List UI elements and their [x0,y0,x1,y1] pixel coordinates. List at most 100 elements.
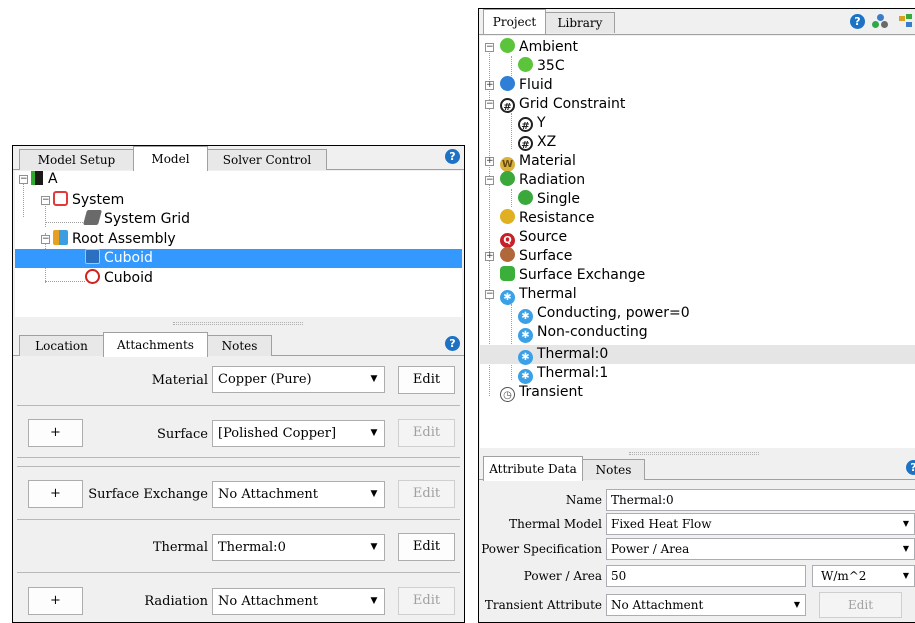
name-field[interactable]: Thermal:0 [606,489,915,511]
expand-toggle[interactable]: − [41,196,50,205]
model-tree[interactable]: − A − System System Grid − Root Assembly… [15,171,462,317]
radiation-label: Radiation [144,594,208,609]
tab-attribute-data[interactable]: Attribute Data [483,456,583,481]
tree-node-single[interactable]: Single [518,190,580,209]
help-icon[interactable]: ? [445,149,460,164]
power-area-input[interactable]: 50 [606,565,806,587]
expand-toggle[interactable]: − [19,175,28,184]
tree-node-system[interactable]: System [53,191,124,210]
radiation-select[interactable]: No Attachment ▼ [212,588,385,615]
transient-edit-button[interactable]: Edit [819,592,902,618]
ambient-icon [518,57,533,72]
share-icon[interactable] [872,14,888,29]
expand-toggle[interactable]: − [485,100,494,109]
power-area-label: Power / Area [523,569,602,583]
surface-edit-button[interactable]: Edit [398,419,455,447]
tree-node-surface[interactable]: Surface [500,247,572,266]
tree-node-35c[interactable]: 35C [518,57,565,76]
thermal-model-select[interactable]: Fixed Heat Flow ▼ [606,513,915,535]
radiation-add-button[interactable]: + [28,587,83,615]
dropdown-arrow-icon: ▼ [902,571,910,580]
attribute-tab-bar: Attribute Data Notes ? [479,456,915,481]
project-tree[interactable]: − Ambient 35C + Fluid − # Grid Constraint… [480,36,915,448]
surface-exchange-select[interactable]: No Attachment ▼ [212,481,385,508]
tree-node-ambient[interactable]: Ambient [500,38,578,57]
tab-location[interactable]: Location [19,335,104,356]
tab-project[interactable]: Project [483,9,546,34]
surface-label: Surface [156,427,208,442]
thermal-icon: ✱ [518,328,533,343]
thermal-icon: ✱ [518,309,533,324]
tab-notes[interactable]: Notes [582,459,645,480]
name-label: Name [565,493,602,507]
divider [17,457,460,458]
tree-node-source[interactable]: Q Source [500,228,567,248]
transient-attribute-label: Transient Attribute [484,598,602,612]
tree-node-root-assembly[interactable]: Root Assembly [53,230,176,249]
grid-constraint-icon: # [518,117,533,132]
tab-model-setup[interactable]: Model Setup [19,149,134,170]
dropdown-arrow-icon: ▼ [370,428,378,438]
tree-node-grid-constraint[interactable]: # Grid Constraint [500,95,625,114]
cuboid-target-icon [85,269,100,284]
surface-icon [500,247,515,262]
power-area-unit-select[interactable]: W/m^2 ▼ [812,565,915,587]
left-tab-bar: Model Setup Model Solver Control ? [13,146,464,171]
radiation-edit-button[interactable]: Edit [398,587,455,615]
help-icon[interactable]: ? [445,336,460,351]
expand-toggle[interactable]: − [41,235,50,244]
help-icon[interactable]: ? [850,14,865,29]
tab-library[interactable]: Library [545,12,615,33]
right-tab-bar: Project Library ? [479,9,915,35]
tree-node-thermal-0[interactable]: ✱ Thermal:0 [518,345,608,365]
help-icon[interactable]: ? [906,460,915,475]
thermal-edit-button[interactable]: Edit [398,533,455,561]
tree-node-system-grid[interactable]: System Grid [82,210,190,229]
tree-node-thermal-1[interactable]: ✱ Thermal:1 [518,364,608,384]
tree-node-surface-exchange[interactable]: Surface Exchange [500,266,645,285]
tab-attachments[interactable]: Attachments [103,332,208,357]
tree-node-cuboid[interactable]: Cuboid [85,269,153,288]
tree-node-material[interactable]: W Material [500,152,576,172]
transient-attribute-select[interactable]: No Attachment ▼ [606,594,806,616]
tab-solver-control[interactable]: Solver Control [207,149,327,170]
power-spec-label: Power Specification [481,542,602,556]
tree-node-conducting[interactable]: ✱ Conducting, power=0 [518,304,690,324]
splitter-handle[interactable] [173,322,303,325]
tree-node-cuboid-selected[interactable]: Cuboid [85,249,153,268]
surface-exchange-icon [500,266,515,281]
tree-node-transient[interactable]: ◷ Transient [500,383,583,402]
expand-toggle[interactable]: + [485,81,494,90]
tree-node-y[interactable]: # Y [518,114,546,133]
tab-model[interactable]: Model [133,146,208,171]
material-select[interactable]: Copper (Pure) ▼ [212,366,385,393]
surface-select[interactable]: [Polished Copper] ▼ [212,420,385,447]
power-spec-select[interactable]: Power / Area ▼ [606,538,915,560]
surface-exchange-edit-button[interactable]: Edit [398,480,455,508]
expand-toggle[interactable]: + [485,252,494,261]
expand-toggle[interactable]: + [485,157,494,166]
dropdown-arrow-icon: ▼ [370,542,378,552]
tree-node-xz[interactable]: # XZ [518,133,556,152]
expand-toggle[interactable]: − [485,176,494,185]
thermal-select[interactable]: Thermal:0 ▼ [212,534,385,561]
fluid-icon [500,76,515,91]
model-icon [31,171,43,185]
surface-add-button[interactable]: + [28,419,83,447]
surface-exchange-add-button[interactable]: + [28,480,83,508]
expand-toggle[interactable]: − [485,290,494,299]
source-icon: Q [500,233,515,248]
tree-node-resistance[interactable]: Resistance [500,209,594,228]
tree-node-fluid[interactable]: Fluid [500,76,553,95]
tree-icon[interactable] [899,14,915,29]
expand-toggle[interactable]: − [485,43,494,52]
tree-node-thermal[interactable]: ✱ Thermal [500,285,577,305]
thermal-model-label: Thermal Model [509,517,602,531]
tree-node-radiation[interactable]: Radiation [500,171,585,190]
assembly-icon [53,230,68,245]
tab-notes[interactable]: Notes [207,335,272,356]
splitter-handle[interactable] [629,452,759,455]
material-edit-button[interactable]: Edit [398,366,455,394]
tree-node-model[interactable]: A [31,170,58,189]
tree-node-non-conducting[interactable]: ✱ Non-conducting [518,323,648,343]
